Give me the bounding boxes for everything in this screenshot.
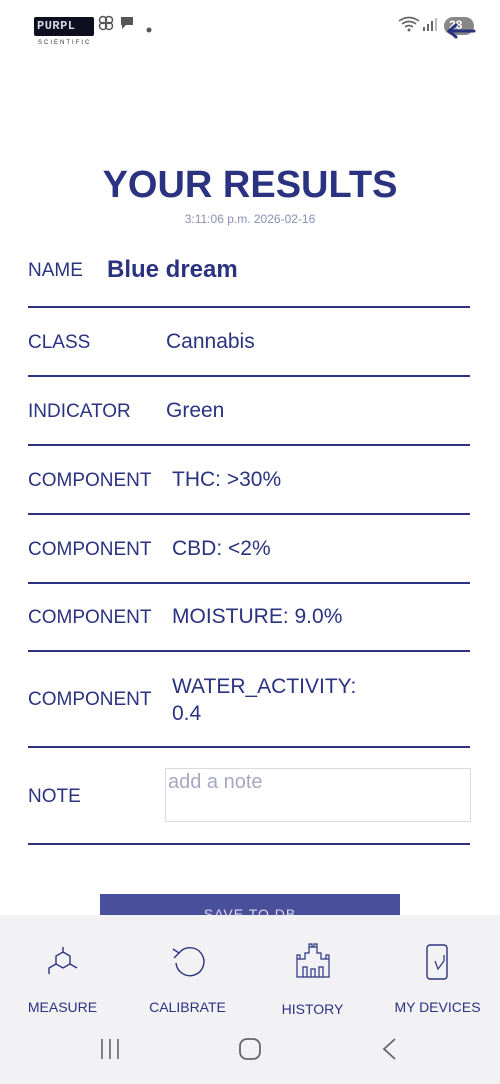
name-value: Blue dream [107, 256, 238, 283]
component-value-water-activity-line2: 0.4 [172, 702, 202, 725]
divider [28, 513, 470, 515]
dot-icon [146, 20, 152, 38]
nav-item-my-devices[interactable]: MY DEVICES [375, 915, 500, 1019]
back-arrow-icon[interactable] [446, 22, 476, 45]
refresh-icon [172, 947, 205, 977]
result-timestamp: 3:11:06 p.m. 2026-02-16 [184, 212, 316, 226]
divider [28, 375, 470, 377]
component-label: COMPONENT [28, 539, 152, 560]
nav-item-calibrate[interactable]: CALIBRATE [125, 915, 250, 1019]
note-input[interactable]: add a note [165, 768, 471, 822]
divider [28, 843, 470, 845]
signal-icon [422, 17, 438, 36]
system-nav-bar [0, 1019, 500, 1084]
logo-subtitle: SCIENTIFIC [38, 40, 92, 46]
purpl-logo: PURPL [34, 17, 94, 36]
divider [28, 444, 470, 446]
chat-bubble-icon [119, 14, 135, 37]
status-bar: PURPL SCIENTIFIC 28 [0, 0, 500, 52]
recent-apps-icon[interactable] [98, 1037, 122, 1066]
phone-icon [425, 944, 448, 980]
logo-text: PURPL [37, 19, 76, 33]
divider [28, 746, 470, 748]
back-icon[interactable] [380, 1037, 400, 1066]
wifi-icon [398, 16, 420, 37]
component-label: COMPONENT [28, 607, 152, 628]
nav-item-history[interactable]: HISTORY [250, 915, 375, 1019]
pinwheel-icon [97, 14, 115, 37]
note-label: NOTE [28, 786, 81, 807]
molecule-icon [47, 947, 77, 974]
component-value-water-activity-line1: WATER_ACTIVITY: [172, 675, 357, 698]
divider [28, 306, 470, 308]
component-value-moisture: MOISTURE: 9.0% [172, 605, 343, 628]
component-value-thc: THC: >30% [172, 468, 282, 491]
castle-icon [295, 943, 330, 978]
class-value: Cannabis [166, 330, 255, 353]
bottom-nav: MEASURE CALIBRATE HISTORY MY DEVICES [0, 915, 500, 1019]
nav-label-calibrate: CALIBRATE [149, 999, 226, 1015]
home-icon[interactable] [238, 1037, 262, 1066]
indicator-value: Green [166, 399, 225, 422]
divider [28, 650, 470, 652]
nav-label-measure: MEASURE [27, 999, 98, 1015]
nav-item-measure[interactable]: MEASURE [0, 915, 125, 1019]
component-label: COMPONENT [28, 689, 152, 710]
nav-label-my-devices: MY DEVICES [394, 999, 481, 1015]
component-label: COMPONENT [28, 470, 152, 491]
page-title: YOUR RESULTS [102, 164, 398, 206]
divider [28, 582, 470, 584]
component-value-cbd: CBD: <2% [172, 537, 271, 560]
class-label: CLASS [28, 332, 91, 353]
nav-label-history: HISTORY [281, 1001, 344, 1017]
indicator-label: INDICATOR [28, 401, 131, 422]
name-label: NAME [28, 260, 83, 281]
